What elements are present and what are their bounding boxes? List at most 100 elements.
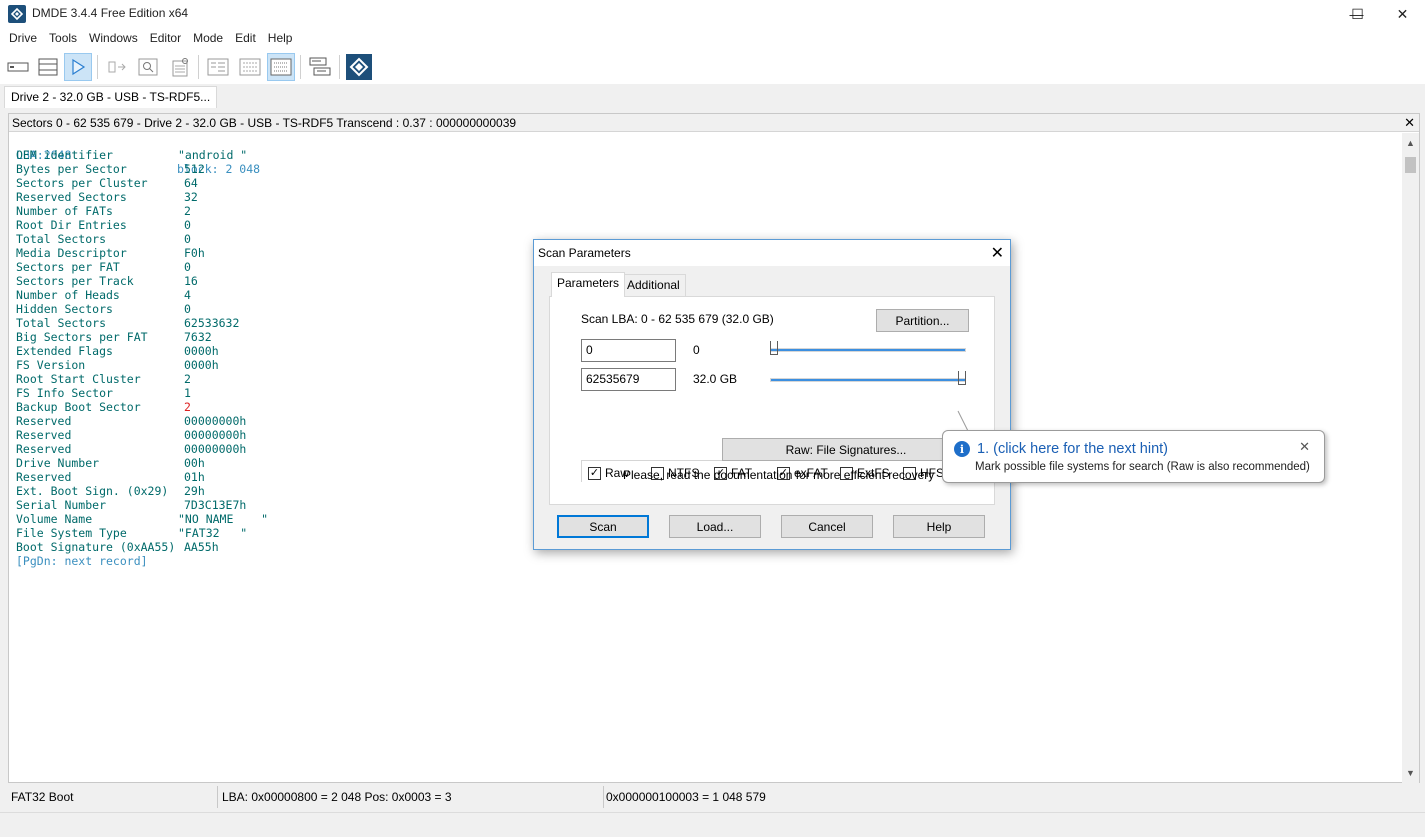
field-row: Total Sectors 0 xyxy=(16,232,191,246)
scroll-up-icon[interactable]: ▲ xyxy=(1402,135,1419,151)
field-value: 00000000h xyxy=(184,442,247,456)
field-row: Ext. Boot Sign. (0x29) 29h xyxy=(16,484,205,498)
tab-additional[interactable]: Additional xyxy=(621,274,686,296)
dmde-app-icon xyxy=(8,5,26,23)
field-name: Backup Boot Sector xyxy=(16,400,141,414)
field-value: 0 xyxy=(184,302,191,316)
list-view-icon[interactable] xyxy=(236,53,264,81)
field-row: Hidden Sectors 0 xyxy=(16,302,191,316)
field-name: Reserved Sectors xyxy=(16,190,127,204)
field-value: 7D3C13E7h xyxy=(184,498,247,512)
tab-drive-2[interactable]: Drive 2 - 32.0 GB - USB - TS-RDF5... xyxy=(4,86,218,108)
start-slider-handle[interactable] xyxy=(770,341,778,355)
load-button[interactable]: Load... xyxy=(669,515,761,538)
field-name: File System Type xyxy=(16,526,127,540)
field-name: Bytes per Sector xyxy=(16,162,127,176)
toolbar xyxy=(0,50,1425,84)
menu-edit[interactable]: Edit xyxy=(229,28,262,50)
documentation-note: Please, read the documentation for more … xyxy=(623,468,935,482)
settings-icon[interactable] xyxy=(166,53,194,81)
close-window-button[interactable]: ✕ xyxy=(1380,0,1425,28)
dialog-title: Scan Parameters xyxy=(538,246,631,260)
end-sector-input[interactable]: 62535679 xyxy=(581,368,676,391)
help-button[interactable]: Help xyxy=(893,515,985,538)
field-value: "NO NAME " xyxy=(178,512,269,526)
partition-button[interactable]: Partition... xyxy=(876,309,969,332)
panel-title: Sectors 0 - 62 535 679 - Drive 2 - 32.0 … xyxy=(12,116,517,130)
field-row: Reserved 00000000h xyxy=(16,442,246,456)
info-icon: i xyxy=(954,441,970,457)
next-record-hint[interactable]: [PgDn: next record] xyxy=(16,554,148,568)
menu-tools[interactable]: Tools xyxy=(43,28,83,50)
cancel-button[interactable]: Cancel xyxy=(781,515,873,538)
boot-sector-dump[interactable]: LBA:2048 block: 2 048 OEM identifier "and… xyxy=(16,134,268,568)
vertical-scrollbar[interactable]: ▲ ▼ xyxy=(1402,133,1419,783)
field-name: Number of FATs xyxy=(16,204,113,218)
menu-drive[interactable]: Drive xyxy=(3,28,43,50)
open-file-icon[interactable] xyxy=(104,53,132,81)
field-name: Reserved xyxy=(16,442,72,456)
menu-help[interactable]: Help xyxy=(262,28,299,50)
field-name: Hidden Sectors xyxy=(16,302,113,316)
status-bar: FAT32 Boot LBA: 0x00000800 = 2 048 Pos: … xyxy=(8,786,1420,808)
close-hint-button[interactable]: ✕ xyxy=(1299,439,1310,455)
tab-parameters[interactable]: Parameters xyxy=(551,272,626,297)
play-icon[interactable] xyxy=(64,53,92,81)
dmde-logo-icon[interactable] xyxy=(345,53,373,81)
end-slider[interactable] xyxy=(770,370,966,390)
field-row: Reserved 00000000h xyxy=(16,414,246,428)
field-name: Root Dir Entries xyxy=(16,218,127,232)
hex-view-icon[interactable] xyxy=(204,53,232,81)
field-name: Boot Signature (0xAA55) xyxy=(16,540,176,554)
drive-icon[interactable] xyxy=(4,53,32,81)
field-value: 7632 xyxy=(184,330,212,344)
field-name: FS Version xyxy=(16,358,86,372)
field-row: Backup Boot Sector 2 xyxy=(16,400,191,414)
menu-mode[interactable]: Mode xyxy=(187,28,229,50)
field-value: 32 xyxy=(184,190,198,204)
checkbox-raw-box[interactable]: ✓ xyxy=(588,466,601,480)
field-row: Reserved 00000000h xyxy=(16,428,246,442)
scroll-down-icon[interactable]: ▼ xyxy=(1402,765,1419,781)
field-row: FS Info Sector 1 xyxy=(16,386,191,400)
scan-button[interactable]: Scan xyxy=(557,515,649,538)
field-name: Number of Heads xyxy=(16,288,120,302)
field-value: 2 xyxy=(184,400,191,414)
field-value: 64 xyxy=(184,176,198,190)
scroll-thumb[interactable] xyxy=(1405,157,1416,173)
dialog-titlebar: Scan Parameters ✕ xyxy=(534,240,1010,266)
partitions-icon[interactable] xyxy=(34,53,62,81)
status-offset: 0x000000100003 = 1 048 579 xyxy=(606,790,766,804)
field-name: Sectors per Track xyxy=(16,274,134,288)
field-row: Reserved 01h xyxy=(16,470,205,484)
field-row: Drive Number 00h xyxy=(16,456,205,470)
field-value: 0 xyxy=(184,232,191,246)
hint-title[interactable]: 1. (click here for the next hint) xyxy=(977,441,1168,457)
status-structure-type: FAT32 Boot xyxy=(8,786,218,808)
hint-balloon[interactable]: i 1. (click here for the next hint) Mark… xyxy=(942,430,1325,483)
field-value: 512 xyxy=(184,162,205,176)
search-icon[interactable] xyxy=(134,53,162,81)
table-view-icon[interactable] xyxy=(267,53,295,81)
close-dialog-button[interactable]: ✕ xyxy=(991,243,1004,263)
menu-bar: Drive Tools Windows Editor Mode Edit Hel… xyxy=(0,28,1425,50)
file-signatures-button[interactable]: Raw: File Signatures... xyxy=(722,438,970,461)
start-slider[interactable] xyxy=(770,340,966,360)
menu-windows[interactable]: Windows xyxy=(83,28,144,50)
title-bar: DMDE 3.4.4 Free Edition x64 — xyxy=(0,0,1425,28)
field-row: Bytes per Sector 512 xyxy=(16,162,205,176)
field-value: F0h xyxy=(184,246,205,260)
start-sector-input[interactable]: 0 xyxy=(581,339,676,362)
maximize-button[interactable]: ☐ xyxy=(1335,0,1380,28)
field-value: 0000h xyxy=(184,358,219,372)
field-value: 62533632 xyxy=(184,316,240,330)
field-value: 4 xyxy=(184,288,191,302)
field-row: FS Version 0000h xyxy=(16,358,219,372)
document-tabstrip: Drive 2 - 32.0 GB - USB - TS-RDF5... xyxy=(0,84,1425,108)
end-slider-handle[interactable] xyxy=(958,371,966,385)
field-value: 29h xyxy=(184,484,205,498)
close-panel-button[interactable]: ✕ xyxy=(1404,115,1415,131)
parameters-tab-page: Scan LBA: 0 - 62 535 679 (32.0 GB) Parti… xyxy=(549,296,995,505)
panels-icon[interactable] xyxy=(306,53,334,81)
menu-editor[interactable]: Editor xyxy=(144,28,187,50)
